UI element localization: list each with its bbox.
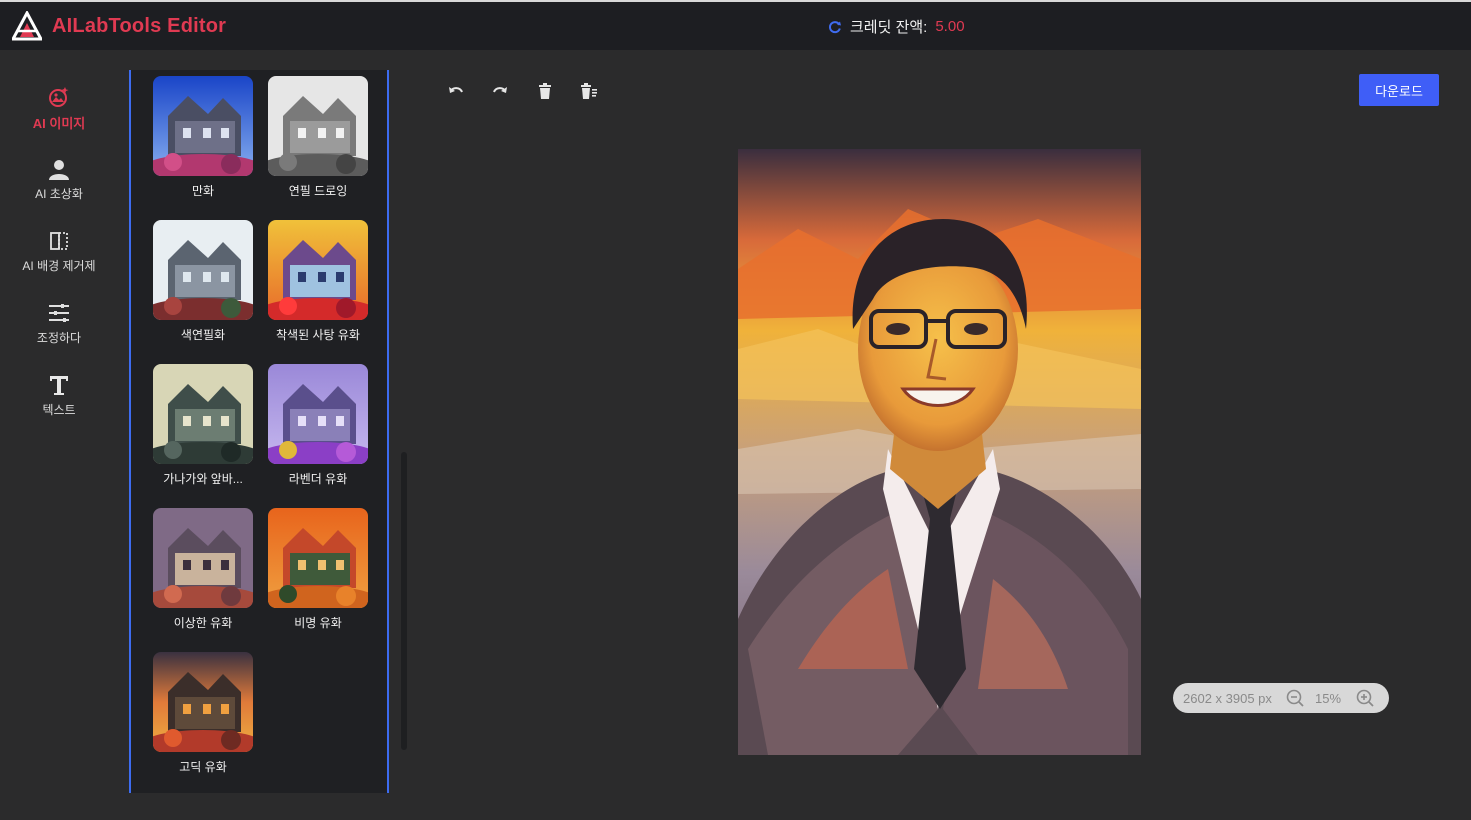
filter-label: 이상한 유화 (173, 616, 233, 630)
filter-thumbnail (153, 364, 253, 464)
filter-thumbnail (268, 364, 368, 464)
filter-thumbnail (153, 508, 253, 608)
filter-cartoon[interactable]: 만화 (152, 76, 254, 199)
nav-item-text[interactable]: 텍스트 (0, 373, 118, 418)
filter-thumbnail (268, 508, 368, 608)
app-title: AILabTools Editor (52, 14, 227, 37)
top-bar: AILabTools Editor 크레딧 잔액: 5.00 (0, 0, 1471, 50)
background-remove-icon (50, 232, 68, 250)
image-dimensions: 2602 x 3905 px (1183, 690, 1272, 706)
logo-icon (12, 11, 42, 41)
delete-all-icon (581, 83, 597, 99)
canvas-image[interactable] (738, 149, 1141, 755)
nav-item-ai-portrait[interactable]: AI 초상화 (0, 157, 118, 202)
filter-gothic-oil[interactable]: 고딕 유화 (152, 652, 254, 775)
zoom-in-icon[interactable] (1355, 688, 1375, 708)
filter-pencil-drawing[interactable]: 연필 드로잉 (267, 76, 369, 199)
left-nav: AI 이미지 AI 초상화 AI 배경 제거제 조정하다 텍스트 (0, 50, 118, 820)
zoom-out-icon[interactable] (1285, 688, 1305, 708)
app-logo[interactable]: AILabTools Editor (12, 11, 226, 41)
refresh-icon[interactable] (828, 20, 842, 34)
sliders-icon (49, 304, 69, 322)
delete-icon (539, 83, 551, 99)
delete-button[interactable] (534, 80, 556, 102)
portrait-icon (49, 160, 69, 180)
credit-balance: 크레딧 잔액: 5.00 (828, 16, 965, 37)
filter-thumbnail (153, 76, 253, 176)
filter-candy-oil[interactable]: 착색된 사탕 유화 (267, 220, 369, 343)
filter-label: 착색된 사탕 유화 (276, 328, 360, 342)
zoom-control: 2602 x 3905 px 15% (1173, 683, 1389, 713)
redo-button[interactable] (489, 80, 511, 102)
filter-scream-oil[interactable]: 비명 유화 (267, 508, 369, 631)
zoom-level: 15% (1314, 690, 1342, 706)
filter-colored-pencil[interactable]: 색연필화 (152, 220, 254, 343)
nav-label: AI 배경 제거제 (22, 259, 96, 273)
filter-label: 가나가와 앞바... (163, 472, 243, 486)
filter-label: 색연필화 (180, 328, 226, 342)
nav-label: AI 초상화 (35, 187, 83, 201)
nav-label: AI 이미지 (32, 116, 86, 131)
nav-item-ai-image[interactable]: AI 이미지 (0, 85, 118, 132)
nav-label: 조정하다 (36, 331, 82, 345)
filter-label: 고딕 유화 (179, 760, 227, 774)
nav-label: 텍스트 (42, 403, 76, 417)
filter-thumbnail (153, 652, 253, 752)
delete-all-button[interactable] (578, 80, 600, 102)
nav-item-adjust[interactable]: 조정하다 (0, 301, 118, 346)
filter-strange-oil[interactable]: 이상한 유화 (152, 508, 254, 631)
filter-thumbnail (268, 76, 368, 176)
filter-lavender-oil[interactable]: 라벤더 유화 (267, 364, 369, 487)
text-icon (50, 376, 68, 395)
undo-button[interactable] (445, 80, 467, 102)
filter-thumbnail (268, 220, 368, 320)
filter-label: 라벤더 유화 (288, 472, 348, 486)
nav-item-background-remove[interactable]: AI 배경 제거제 (0, 229, 118, 274)
ai-image-icon (49, 87, 69, 107)
download-button[interactable]: 다운로드 (1359, 74, 1439, 106)
filter-label: 만화 (191, 184, 215, 198)
filter-label: 비명 유화 (294, 616, 342, 630)
filter-thumbnail (153, 220, 253, 320)
credit-value: 5.00 (935, 18, 965, 35)
redo-icon (493, 87, 507, 93)
filter-kanagawa[interactable]: 가나가와 앞바... (152, 364, 254, 487)
undo-icon (449, 87, 463, 93)
credit-label: 크레딧 잔액: (850, 19, 928, 36)
panel-scrollbar[interactable] (401, 452, 407, 750)
filter-panel: 만화 연필 드로잉 색연필화 착색된 사탕 유화 가나가와 앞바... 라벤더 … (129, 70, 389, 793)
filter-label: 연필 드로잉 (288, 184, 348, 198)
